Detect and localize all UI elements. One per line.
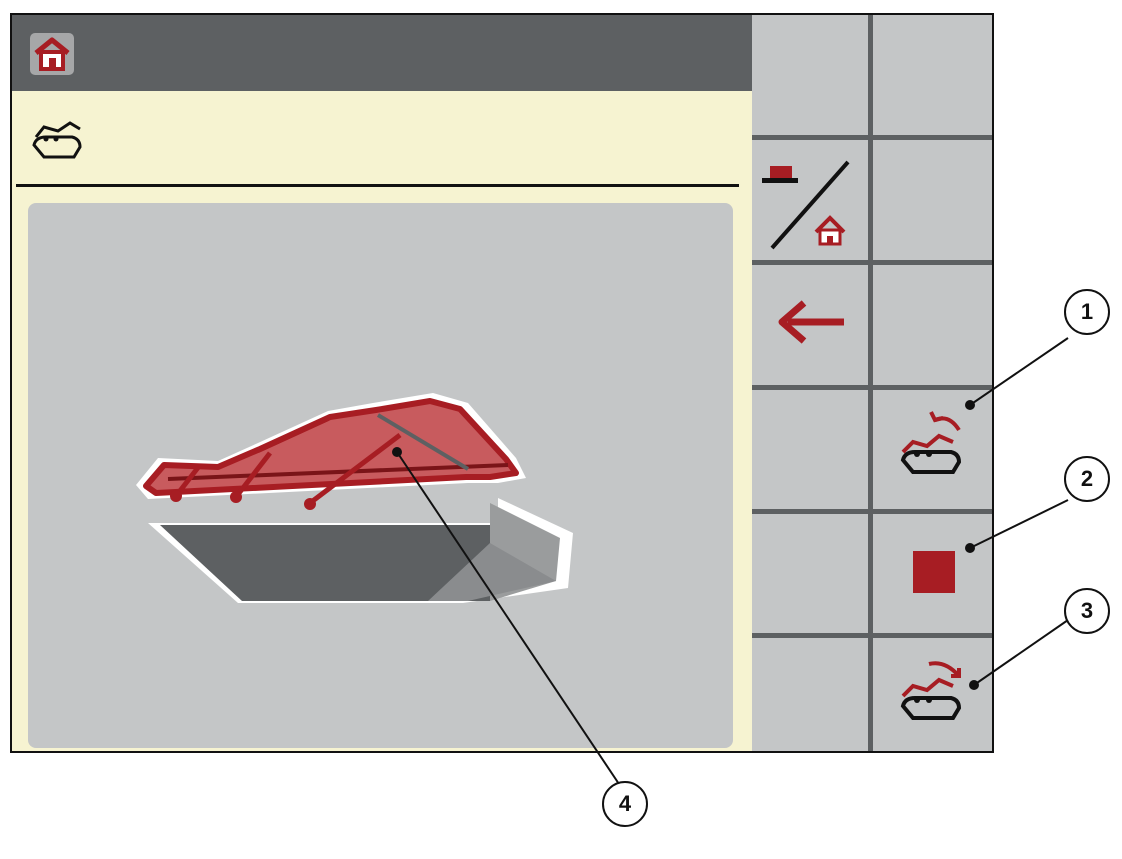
cover-open-icon xyxy=(900,411,962,474)
home-button[interactable] xyxy=(30,33,74,75)
callout-1: 1 xyxy=(1064,289,1110,335)
home-icon xyxy=(34,37,70,71)
softkey-column xyxy=(752,15,992,751)
hopper-cover-icon xyxy=(32,121,82,159)
cover-close-icon xyxy=(900,661,962,720)
back-arrow-icon xyxy=(778,300,844,344)
menu-title-bar xyxy=(12,91,752,186)
main-area xyxy=(12,15,752,751)
terminal-screen xyxy=(10,13,994,753)
cover-close-button[interactable] xyxy=(873,638,992,751)
illustration-panel xyxy=(28,203,733,748)
callout-4: 4 xyxy=(602,781,648,827)
stop-icon xyxy=(913,551,955,593)
back-button[interactable] xyxy=(752,265,868,385)
callout-2: 2 xyxy=(1064,456,1110,502)
top-bar xyxy=(12,15,752,91)
cover-open-button[interactable] xyxy=(873,390,992,509)
hitch-home-toggle-icon xyxy=(762,160,850,250)
divider xyxy=(16,184,739,187)
hopper-cover-illustration xyxy=(136,393,573,603)
softkey-hitch-home[interactable] xyxy=(752,140,868,260)
callout-3: 3 xyxy=(1064,588,1110,634)
stop-button[interactable] xyxy=(873,514,992,633)
